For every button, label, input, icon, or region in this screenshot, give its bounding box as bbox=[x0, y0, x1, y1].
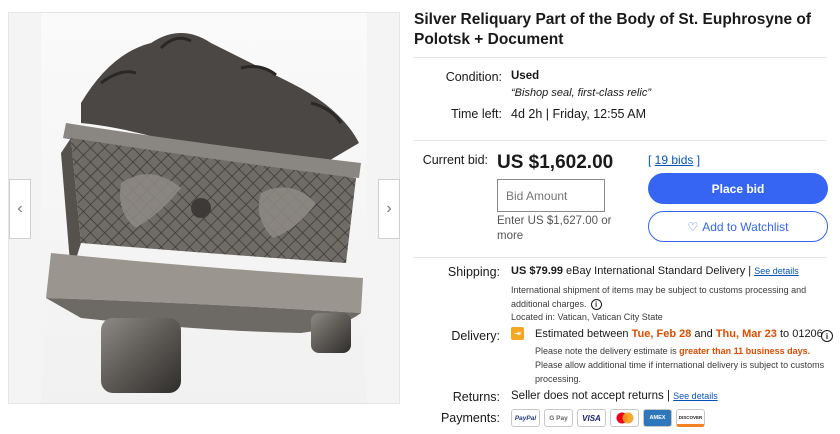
condition-note: “Bishop seal, first-class relic” bbox=[511, 87, 651, 99]
google-pay-icon: G Pay bbox=[544, 409, 573, 427]
divider bbox=[414, 140, 826, 141]
shipping-truck-icon: ⇥ bbox=[511, 327, 524, 340]
payments-label: Payments: bbox=[440, 411, 500, 425]
condition-label: Condition: bbox=[445, 70, 502, 84]
minimum-bid-note: Enter US $1,627.00 or more bbox=[497, 215, 612, 242]
divider bbox=[414, 57, 826, 58]
delivery-note-prefix: Please note the delivery estimate is bbox=[535, 346, 680, 356]
customs-note: International shipment of items may be s… bbox=[511, 283, 811, 311]
shipping-method: eBay International Standard Delivery | bbox=[566, 265, 752, 277]
condition-value: Used bbox=[511, 70, 540, 82]
bid-amount-input[interactable] bbox=[497, 179, 605, 212]
bracket-close: ] bbox=[693, 153, 701, 167]
chevron-right-icon: › bbox=[386, 200, 392, 217]
image-gallery: ‹ › bbox=[8, 12, 400, 404]
reliquary-image bbox=[46, 33, 363, 393]
estimate-prefix: Estimated between bbox=[535, 328, 632, 340]
delivery-zip: to 01206 bbox=[776, 328, 823, 340]
shipping-label: Shipping: bbox=[447, 265, 500, 279]
discover-icon: DISCOVER bbox=[676, 409, 705, 427]
bids-link[interactable]: 19 bids bbox=[655, 153, 694, 167]
bracket-open: [ bbox=[648, 153, 655, 167]
delivery-estimate: Estimated between Tue, Feb 28 and Thu, M… bbox=[535, 328, 825, 340]
next-image-button[interactable]: › bbox=[378, 179, 400, 239]
delivery-info-icon[interactable]: i bbox=[821, 330, 833, 342]
delivery-note-1: Please note the delivery estimate is gre… bbox=[535, 344, 825, 358]
delivery-note-2: Please allow additional time if internat… bbox=[535, 360, 825, 384]
returns-line: Seller does not accept returns | See det… bbox=[511, 390, 718, 402]
visa-icon: VISA bbox=[577, 409, 606, 427]
divider bbox=[414, 257, 826, 258]
amex-icon: AMEX bbox=[643, 409, 672, 427]
time-left-value: 4d 2h | Friday, 12:55 AM bbox=[511, 107, 647, 121]
mastercard-icon bbox=[610, 409, 639, 427]
chevron-left-icon: ‹ bbox=[17, 200, 23, 217]
shipping-cost: US $79.99 bbox=[511, 265, 563, 277]
shipping-details-link[interactable]: See details bbox=[754, 266, 799, 276]
info-icon[interactable]: i bbox=[590, 299, 602, 311]
previous-image-button[interactable]: ‹ bbox=[9, 179, 31, 239]
returns-value: Seller does not accept returns | bbox=[511, 390, 670, 402]
current-bid-label: Current bid: bbox=[422, 153, 488, 167]
returns-label: Returns: bbox=[452, 390, 500, 404]
delivery-end-date: Thu, Mar 23 bbox=[715, 328, 777, 340]
time-left-label: Time left: bbox=[451, 107, 502, 121]
shipping-line: US $79.99 eBay International Standard De… bbox=[511, 265, 826, 277]
delivery-note-emphasis: greater than 11 business days. bbox=[679, 346, 811, 356]
listing-title: Silver Reliquary Part of the Body of St.… bbox=[414, 11, 812, 48]
estimate-and: and bbox=[691, 328, 716, 340]
add-to-watchlist-button[interactable]: ♡ Add to Watchlist bbox=[648, 211, 828, 242]
bid-count: [ 19 bids ] bbox=[648, 153, 700, 167]
paypal-icon: PayPal bbox=[511, 409, 540, 427]
returns-details-link[interactable]: See details bbox=[673, 391, 718, 401]
item-location: Located in: Vatican, Vatican City State bbox=[511, 312, 663, 322]
current-bid-price: US $1,602.00 bbox=[497, 152, 614, 173]
heart-icon: ♡ bbox=[687, 219, 699, 234]
customs-note-text: International shipment of items may be s… bbox=[511, 285, 807, 309]
place-bid-button[interactable]: Place bid bbox=[648, 173, 828, 204]
watchlist-label: Add to Watchlist bbox=[702, 219, 789, 234]
delivery-label: Delivery: bbox=[451, 329, 500, 343]
item-photo[interactable] bbox=[41, 13, 367, 403]
delivery-start-date: Tue, Feb 28 bbox=[631, 328, 692, 340]
